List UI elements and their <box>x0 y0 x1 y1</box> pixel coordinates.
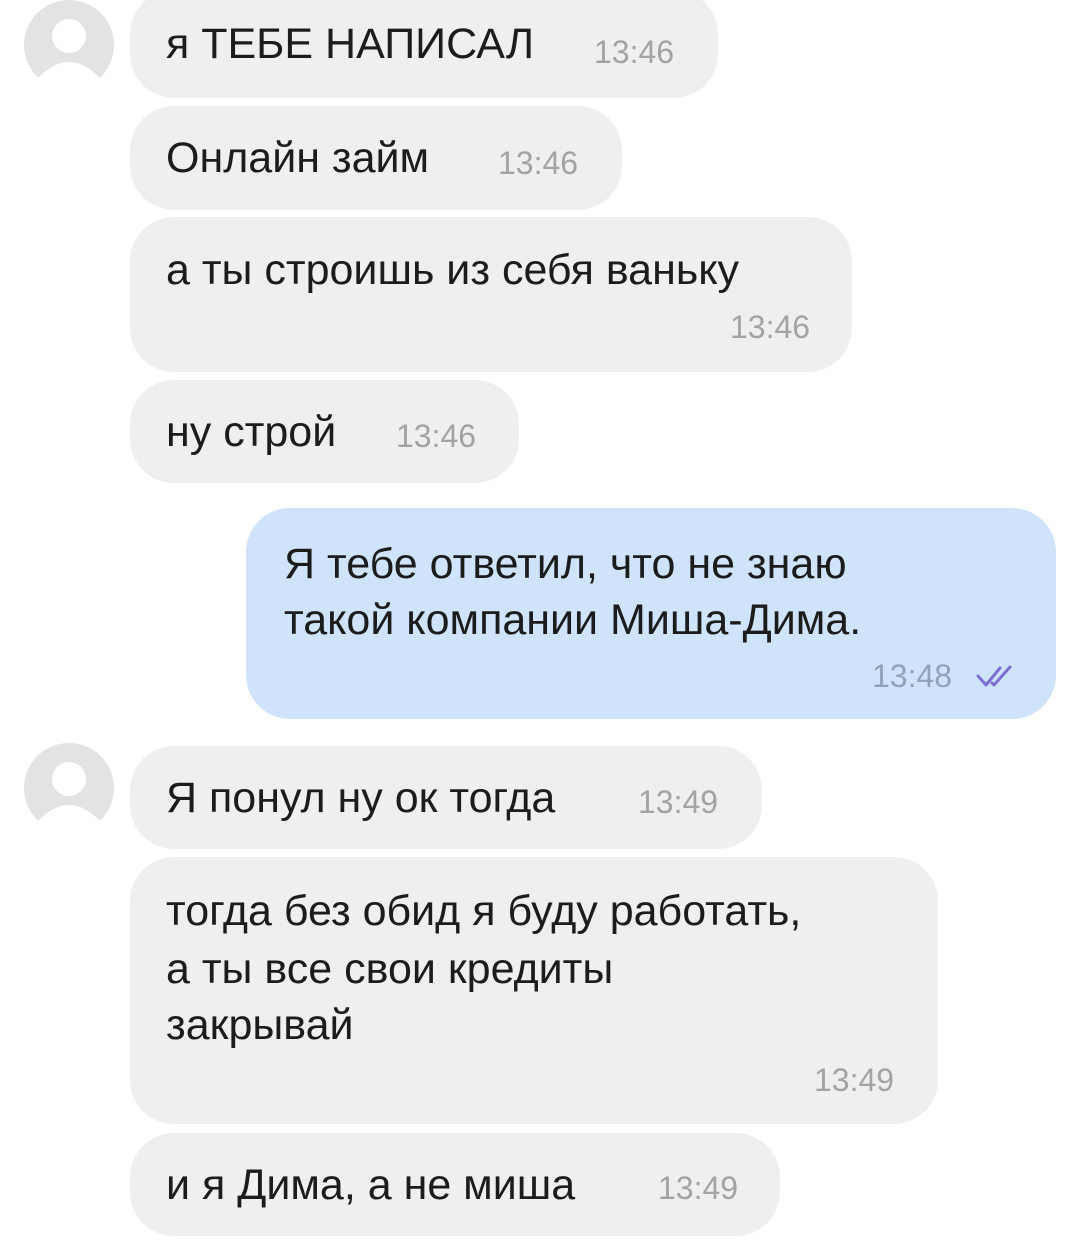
avatar[interactable] <box>24 0 114 90</box>
avatar[interactable] <box>24 743 114 833</box>
message-bubble[interactable]: а ты строишь из себя ваньку 13:46 <box>130 217 852 372</box>
message-bubble[interactable]: Онлайн займ 13:46 <box>130 106 622 210</box>
message-time: 13:49 <box>658 1170 739 1206</box>
message-time: 13:46 <box>396 418 477 454</box>
message-bubble[interactable]: тогда без обид я буду работать, а ты все… <box>130 857 938 1124</box>
user-placeholder-icon <box>38 19 100 90</box>
message-text: ну строй <box>166 408 337 456</box>
message-text: Онлайн займ <box>166 134 430 182</box>
message-time: 13:49 <box>638 784 719 820</box>
outgoing-message-bubble[interactable]: Я тебе ответил, что не знаю такой компан… <box>246 508 1056 719</box>
message-bubble[interactable]: и я Дима, а не миша 13:49 <box>130 1133 780 1236</box>
message-text: и я Дима, а не миша <box>166 1161 576 1209</box>
message-text: я ТЕБЕ НАПИСАЛ <box>166 20 535 68</box>
message-time: 13:49 <box>814 1062 895 1098</box>
message-text: Я тебе ответил, что не знаю <box>284 540 847 588</box>
message-text: а ты все свои кредиты <box>166 945 614 993</box>
message-bubble[interactable]: Я понул ну ок тогда 13:49 <box>130 746 762 849</box>
message-bubble[interactable]: я ТЕБЕ НАПИСАЛ 13:46 <box>130 0 718 98</box>
message-time: 13:48 <box>872 658 953 694</box>
message-text: тогда без обид я буду работать, <box>166 887 802 935</box>
message-text: закрывай <box>166 1001 354 1049</box>
message-time: 13:46 <box>498 145 579 181</box>
user-placeholder-icon <box>38 762 100 833</box>
double-check-icon <box>976 665 1012 687</box>
message-time: 13:46 <box>594 34 675 70</box>
message-text: а ты строишь из себя ваньку <box>166 246 740 294</box>
message-bubble[interactable]: ну строй 13:46 <box>130 380 519 483</box>
chat-history: я ТЕБЕ НАПИСАЛ 13:46 Онлайн займ 13:46 а… <box>0 0 1080 1252</box>
message-text: такой компании Миша-Дима. <box>284 596 862 644</box>
message-time: 13:46 <box>730 309 811 345</box>
message-text: Я понул ну ок тогда <box>166 774 556 822</box>
